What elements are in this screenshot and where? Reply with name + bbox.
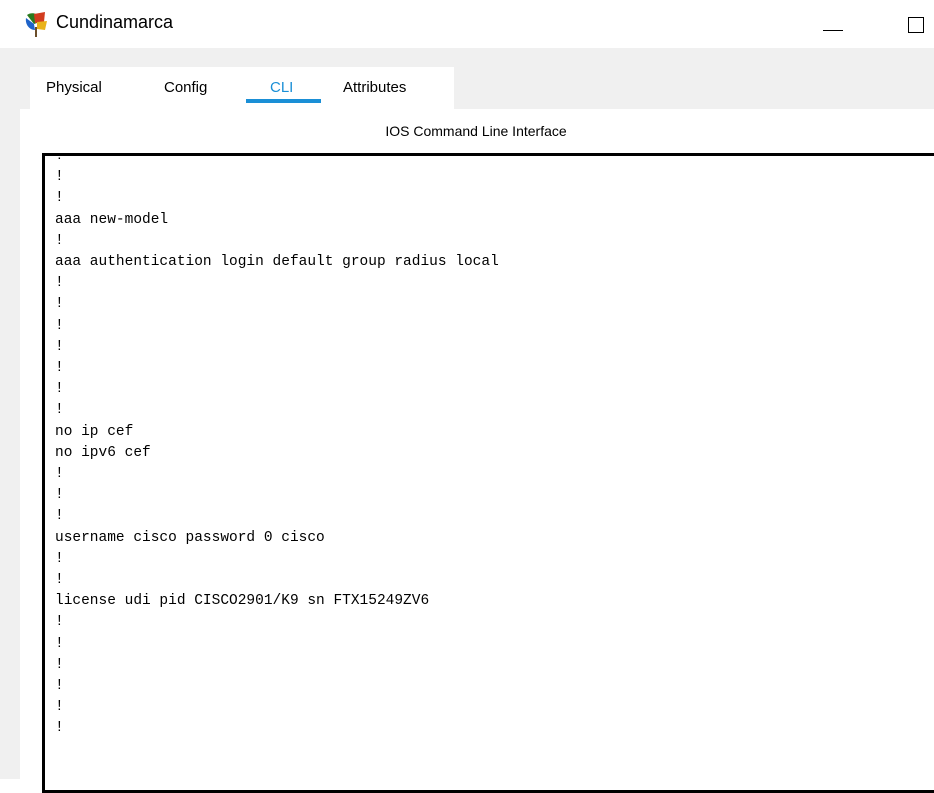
cli-terminal[interactable]: ! ! ! aaa new-model ! aaa authentication… [42,153,934,793]
terminal-line: ! [55,572,64,589]
terminal-line: ! [55,190,64,207]
terminal-output: ! ! ! aaa new-model ! aaa authentication… [55,153,499,740]
router-device-icon [25,12,47,37]
terminal-line: ! [55,360,64,377]
tab-config[interactable]: Config [164,79,207,96]
terminal-line: aaa new-model [55,211,169,228]
title-bar: Cundinamarca [0,0,934,48]
terminal-line: ! [55,466,64,483]
terminal-line: ! [55,317,64,334]
terminal-line: ! [55,635,64,652]
active-tab-indicator [246,99,321,103]
terminal-line: ! [55,402,64,419]
terminal-line: no ipv6 cef [55,444,151,461]
terminal-line: ! [55,720,64,737]
window-title: Cundinamarca [56,12,174,32]
terminal-line: ! [55,381,64,398]
terminal-line: ! [55,153,64,164]
terminal-line: ! [55,275,64,292]
terminal-line: ! [55,169,64,186]
terminal-line: ! [55,614,64,631]
terminal-line: ! [55,232,64,249]
terminal-line: ! [55,487,64,504]
terminal-line: ! [55,508,64,525]
terminal-line: ! [55,338,64,355]
tab-bar: Physical Config CLI Attributes [30,67,454,109]
terminal-line: ! [55,550,64,567]
tab-physical[interactable]: Physical [46,79,102,96]
terminal-line: ! [55,699,64,716]
terminal-line: username cisco password 0 cisco [55,529,325,546]
terminal-line: ! [55,296,64,313]
tab-attributes[interactable]: Attributes [343,79,406,96]
maximize-button[interactable] [902,6,934,42]
panel-heading: IOS Command Line Interface [385,123,567,139]
terminal-line: ! [55,678,64,695]
terminal-line: ! [55,656,64,673]
terminal-line: license udi pid CISCO2901/K9 sn FTX15249… [55,593,430,610]
tab-cli[interactable]: CLI [270,79,293,96]
terminal-line: no ip cef [55,423,134,440]
terminal-line: aaa authentication login default group r… [55,254,499,271]
minimize-button[interactable] [815,6,855,42]
